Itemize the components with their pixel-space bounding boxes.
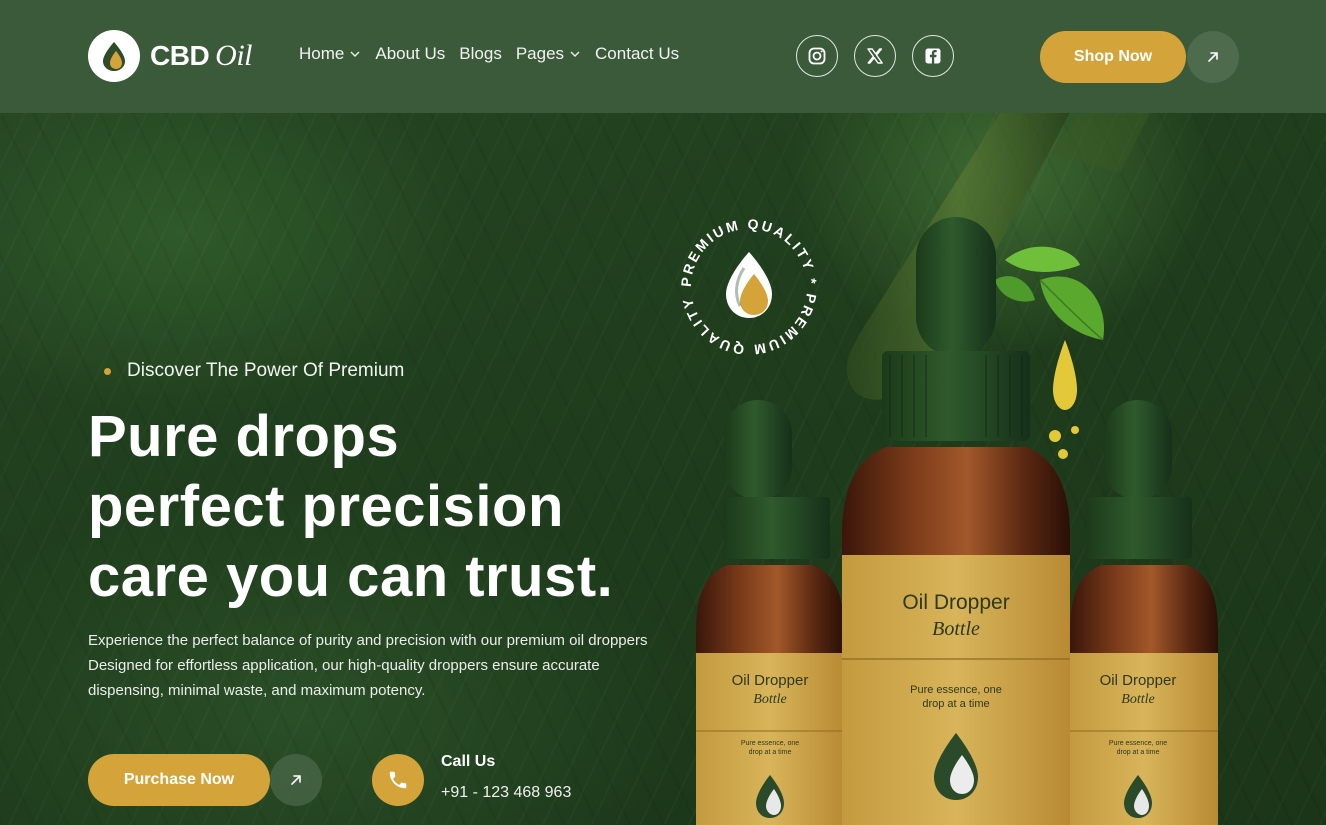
- brand-name-soft: Oil: [215, 39, 253, 72]
- facebook-link[interactable]: [912, 35, 954, 77]
- bottle-center-title: Oil Dropper: [902, 591, 1009, 614]
- eyebrow-text: Discover The Power Of Premium: [127, 360, 405, 381]
- purchase-now-button[interactable]: Purchase Now: [88, 754, 270, 806]
- shop-now-button[interactable]: Shop Now: [1040, 31, 1186, 83]
- nav-item-label: About Us: [375, 44, 446, 63]
- call-us-label: Call Us: [441, 753, 496, 770]
- bottle-left-tagline-1: Pure essence, one: [741, 740, 799, 747]
- nav-item-label: Contact Us: [595, 44, 680, 63]
- brand-name: CBD Oil: [150, 39, 253, 73]
- site-header: CBD Oil Home About Us Blogs Pages Contact…: [0, 0, 1326, 113]
- main-nav: Home About Us Blogs Pages Contact Us: [299, 44, 679, 64]
- arrow-up-right-icon: [291, 775, 301, 785]
- eyebrow-bullet: [104, 367, 111, 375]
- headline-line-1: Pure drops: [88, 404, 400, 469]
- bottle-left: Oil Dropper Bottle Pure essence, one dro…: [696, 400, 844, 825]
- chevron-down-icon: [570, 51, 580, 57]
- nav-item-label: Home: [299, 44, 345, 63]
- nav-item-about-us[interactable]: About Us: [375, 44, 445, 64]
- hero-headline: Pure drops perfect precision care you ca…: [88, 402, 708, 612]
- bottle-center-subtitle: Bottle: [932, 618, 980, 640]
- bottle-center: Oil Dropper Bottle Pure essence, one dro…: [842, 217, 1070, 825]
- facebook-icon: [925, 48, 941, 64]
- bottle-right-subtitle: Bottle: [1121, 692, 1154, 707]
- call-us-phone-button[interactable]: [372, 754, 424, 806]
- oil-dropper-bottles-image: Oil Dropper Bottle Pure essence, one dro…: [696, 217, 1218, 825]
- bottle-right-tagline-1: Pure essence, one: [1109, 740, 1167, 747]
- bottle-center-tagline-1: Pure essence, one: [910, 684, 1002, 696]
- instagram-icon: [808, 47, 826, 65]
- headline-line-2: perfect precision: [88, 474, 564, 539]
- purchase-now-arrow-button[interactable]: [270, 754, 322, 806]
- oil-drop-logo-icon: [88, 30, 140, 82]
- nav-item-label: Pages: [515, 44, 565, 63]
- nav-item-contact-us[interactable]: Contact Us: [595, 44, 679, 64]
- nav-item-label: Blogs: [459, 44, 502, 63]
- headline-line-3: care you can trust.: [88, 544, 614, 609]
- hero-description: Experience the perfect balance of purity…: [88, 632, 648, 699]
- arrow-up-right-icon: [1208, 52, 1218, 62]
- call-us-number[interactable]: +91 - 123 468 963: [441, 784, 571, 802]
- bottle-right-title: Oil Dropper: [1100, 672, 1177, 689]
- shop-now-arrow-button[interactable]: [1187, 31, 1239, 83]
- nav-item-home[interactable]: Home: [299, 44, 361, 64]
- brand-logo[interactable]: CBD Oil: [88, 30, 253, 82]
- bottle-left-title: Oil Dropper: [732, 672, 809, 689]
- phone-icon: [389, 771, 407, 789]
- social-links: [796, 35, 954, 77]
- chevron-down-icon: [350, 51, 360, 57]
- brand-name-strong: CBD: [150, 40, 210, 71]
- nav-item-pages[interactable]: Pages: [516, 44, 581, 64]
- bottle-left-subtitle: Bottle: [753, 692, 786, 707]
- bottle-right-tagline-2: drop at a time: [1117, 749, 1160, 756]
- nav-item-blogs[interactable]: Blogs: [459, 44, 502, 64]
- x-twitter-icon: [867, 48, 883, 64]
- instagram-link[interactable]: [796, 35, 838, 77]
- bottle-center-tagline-2: drop at a time: [922, 698, 989, 710]
- bottle-right: Oil Dropper Bottle Pure essence, one dro…: [1070, 400, 1218, 825]
- bottle-left-tagline-2: drop at a time: [749, 749, 792, 756]
- x-twitter-link[interactable]: [854, 35, 896, 77]
- hero-eyebrow: Discover The Power Of Premium: [104, 360, 404, 382]
